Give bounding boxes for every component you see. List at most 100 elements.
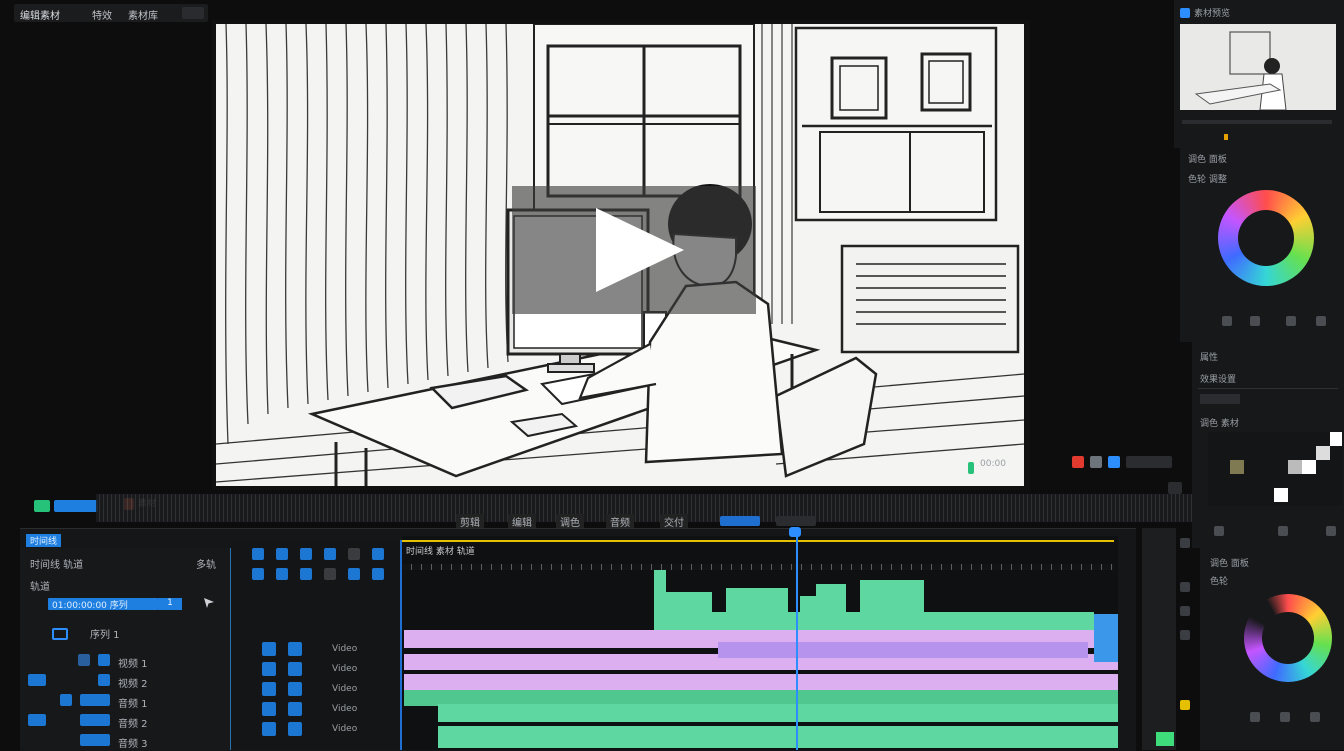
tool-icon-5[interactable] (348, 548, 360, 560)
solo-button[interactable] (288, 682, 302, 696)
track-row-1: 视频 1 (20, 652, 230, 672)
solo-button[interactable] (288, 642, 302, 656)
selected-clip[interactable] (1094, 614, 1118, 662)
page-tab-audio[interactable]: 音频 (606, 514, 634, 529)
page-tab-edit[interactable]: 编辑 (508, 514, 536, 529)
sequence-selector[interactable]: 01:00:00:00 序列 (48, 598, 158, 611)
audio-clip[interactable] (438, 726, 1118, 748)
loop-icon[interactable] (1090, 456, 1102, 468)
eye-icon[interactable] (80, 734, 110, 746)
ruler-marker-line (402, 540, 1114, 542)
mute-button[interactable] (262, 682, 276, 696)
mute-button[interactable] (262, 702, 276, 716)
eye-icon[interactable] (98, 674, 110, 686)
meter-icons (1176, 530, 1196, 750)
lock-icon[interactable] (78, 654, 90, 666)
tool-icon-7[interactable] (252, 568, 264, 580)
wheel2-tools (1250, 712, 1340, 724)
audio-clip[interactable] (438, 704, 1118, 722)
tab-effects[interactable]: 特效 (92, 7, 112, 22)
track-row-5: 音频 3 (20, 732, 230, 750)
audio-icon[interactable] (1108, 456, 1120, 468)
tool-icon-8[interactable] (276, 568, 288, 580)
copy-icon[interactable] (1250, 316, 1260, 326)
play-overlay[interactable] (512, 186, 756, 314)
mute-button[interactable] (262, 662, 276, 676)
tool-icon[interactable] (1280, 712, 1290, 722)
mute-button[interactable] (262, 642, 276, 656)
props-subtitle: 效果设置 (1200, 375, 1237, 385)
solo-button[interactable] (288, 722, 302, 736)
eye-icon[interactable] (98, 654, 110, 666)
time-ruler[interactable] (402, 540, 1114, 576)
meter-icon[interactable] (1180, 606, 1190, 616)
save-icon[interactable] (1278, 526, 1288, 536)
tab-edit[interactable]: 编辑素材 (20, 7, 60, 22)
preview-scrubber[interactable] (1182, 120, 1332, 124)
expand-icon[interactable] (1316, 316, 1326, 326)
solo-button[interactable] (288, 702, 302, 716)
meter-icon[interactable] (1180, 538, 1190, 548)
settings-icon[interactable] (1126, 456, 1172, 468)
swatch-grid[interactable] (1208, 432, 1342, 506)
play-icon[interactable] (512, 186, 756, 314)
tool-icon-11[interactable] (348, 568, 360, 580)
preview-logo-icon (1180, 8, 1190, 18)
reset-icon[interactable] (1222, 316, 1232, 326)
tool-icon-2[interactable] (276, 548, 288, 560)
undo-icon[interactable] (1214, 526, 1224, 536)
playhead-handle[interactable] (789, 527, 801, 537)
page-tab-deliver[interactable]: 交付 (660, 514, 688, 529)
tool-icon[interactable] (1310, 712, 1320, 722)
mute-button[interactable] (262, 722, 276, 736)
sequence-value[interactable]: 1 (158, 598, 182, 610)
title-clip[interactable] (404, 674, 1118, 690)
record-icon[interactable] (1072, 456, 1084, 468)
more-icon[interactable] (1326, 526, 1336, 536)
scrubber-handle[interactable] (1224, 134, 1228, 140)
play-small-icon[interactable] (1286, 316, 1296, 326)
secondary-wheel-panel: 调色 面板 色轮 (1200, 548, 1344, 750)
meter-icon[interactable] (1180, 582, 1190, 592)
playhead[interactable] (796, 532, 798, 750)
track-controls-panel: Video Video Video Video Video (232, 540, 402, 750)
eye-icon[interactable] (80, 694, 110, 706)
meter-icon[interactable] (1180, 700, 1190, 710)
track-ctrl-label: Video (332, 704, 358, 714)
timecode-badge[interactable] (34, 500, 50, 512)
track-ctrl-label: Video (332, 684, 358, 694)
track-header-meta: 轨道 (30, 582, 50, 593)
tool-icon-3[interactable] (300, 548, 312, 560)
page-tab-extra[interactable] (720, 516, 760, 526)
track-header-title: 时间线 轨道 (30, 560, 84, 571)
lock-icon[interactable] (28, 714, 46, 726)
preview-thumbnail[interactable] (1180, 24, 1336, 111)
more-icon[interactable] (182, 7, 204, 19)
page-tab-color[interactable]: 调色 (556, 514, 584, 529)
eye-icon[interactable] (80, 714, 110, 726)
solo-button[interactable] (288, 662, 302, 676)
tool-icon-1[interactable] (252, 548, 264, 560)
pointer-icon[interactable] (204, 598, 214, 608)
tool-icon[interactable] (1250, 712, 1260, 722)
track-header-panel: 时间线 轨道 多轨 轨道 01:00:00:00 序列 1 序列 1 视频 1 … (20, 548, 231, 750)
tool-icon-4[interactable] (324, 548, 336, 560)
folder-icon[interactable] (52, 628, 68, 640)
meter-icon[interactable] (1180, 630, 1190, 640)
tool-icon-9[interactable] (300, 568, 312, 580)
tool-icon-10[interactable] (324, 568, 336, 580)
source-badge[interactable] (54, 500, 98, 512)
tab-library[interactable]: 素材库 (128, 7, 158, 22)
arrow-icon[interactable] (60, 694, 72, 706)
lock-icon[interactable] (28, 674, 46, 686)
tool-icon-6[interactable] (372, 548, 384, 560)
viewer-timecode: 00:00 (980, 459, 1006, 469)
wheel-tools (1216, 316, 1336, 328)
page-tab-extra2[interactable] (776, 516, 816, 526)
track-row-4: 音频 2 (20, 712, 230, 732)
page-tab-cut[interactable]: 剪辑 (456, 514, 484, 529)
tool-icon-12[interactable] (372, 568, 384, 580)
fullscreen-icon[interactable] (1168, 482, 1182, 494)
effect-clip[interactable] (718, 642, 1088, 658)
track-row-3: 音频 1 (20, 692, 230, 712)
